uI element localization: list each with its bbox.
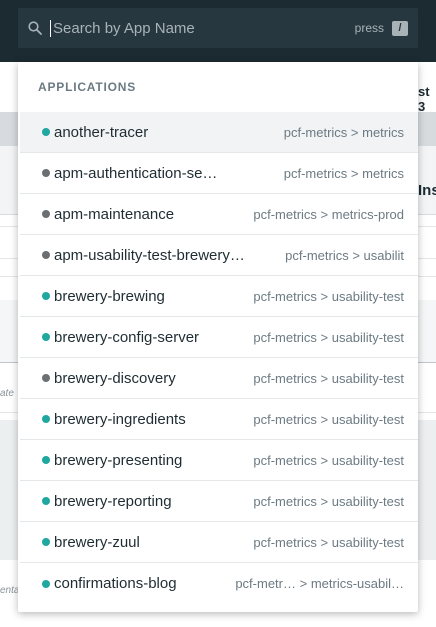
app-path: pcf-metrics > usabilit [285, 247, 404, 263]
shortcut-key-badge: / [392, 20, 408, 36]
app-name: apm-usability-test-brewery… [54, 246, 245, 264]
app-name: brewery-discovery [54, 369, 176, 387]
app-path: pcf-metrics > usability-test [253, 534, 404, 550]
app-path: pcf-metrics > metrics-prod [253, 206, 404, 222]
list-item[interactable]: apm-usability-test-brewery… pcf-metrics … [20, 235, 418, 276]
list-item[interactable]: brewery-zuul pcf-metrics > usability-tes… [20, 522, 418, 563]
shortcut-hint: press [354, 21, 384, 35]
list-item[interactable]: brewery-reporting pcf-metrics > usabilit… [20, 481, 418, 522]
status-dot-icon [42, 128, 50, 136]
bg-panel-fragment: Ins [418, 182, 436, 199]
app-path: pcf-metrics > metrics [283, 124, 404, 140]
search-input[interactable] [50, 19, 355, 37]
list-item[interactable]: another-tracer pcf-metrics > metrics [20, 112, 418, 153]
bg-header-fragment: st 3 [418, 84, 430, 114]
app-name: brewery-ingredients [54, 410, 186, 428]
list-item[interactable]: brewery-config-server pcf-metrics > usab… [20, 317, 418, 358]
list-item[interactable]: brewery-brewing pcf-metrics > usability-… [20, 276, 418, 317]
app-search-bar[interactable]: press / [18, 8, 418, 48]
list-item[interactable]: apm-authentication-se… pcf-metrics > met… [20, 153, 418, 194]
status-dot-icon [42, 292, 50, 300]
list-item[interactable]: brewery-presenting pcf-metrics > usabili… [20, 440, 418, 481]
status-dot-icon [42, 538, 50, 546]
status-dot-icon [42, 251, 50, 259]
bg-chart-label: ate [0, 388, 14, 399]
app-path: pcf-metr… > metrics-usabil… [235, 576, 404, 591]
status-dot-icon [42, 169, 50, 177]
app-name: apm-maintenance [54, 205, 175, 223]
app-name: brewery-config-server [54, 328, 200, 346]
list-item[interactable]: brewery-ingredients pcf-metrics > usabil… [20, 399, 418, 440]
app-name: brewery-zuul [54, 533, 140, 551]
app-path: pcf-metrics > usability-test [253, 452, 404, 468]
status-dot-icon [42, 497, 50, 505]
app-path: pcf-metrics > usability-test [253, 370, 404, 386]
status-dot-icon [42, 333, 50, 341]
app-name: confirmations-blog [54, 575, 177, 592]
app-path: pcf-metrics > usability-test [253, 411, 404, 427]
app-name: brewery-reporting [54, 492, 172, 510]
app-path: pcf-metrics > metrics [283, 165, 404, 181]
app-name: another-tracer [54, 123, 149, 141]
status-dot-icon [42, 579, 50, 588]
list-item[interactable]: brewery-discovery pcf-metrics > usabilit… [20, 358, 418, 399]
app-name: brewery-brewing [54, 287, 165, 305]
search-results-dropdown: APPLICATIONS another-tracer pcf-metrics … [18, 62, 418, 612]
search-icon [28, 21, 42, 35]
app-path: pcf-metrics > usability-test [253, 329, 404, 345]
app-path: pcf-metrics > usability-test [253, 288, 404, 304]
status-dot-icon [42, 456, 50, 464]
status-dot-icon [42, 210, 50, 218]
list-item[interactable]: apm-maintenance pcf-metrics > metrics-pr… [20, 194, 418, 235]
status-dot-icon [42, 374, 50, 382]
status-dot-icon [42, 415, 50, 423]
app-path: pcf-metrics > usability-test [253, 493, 404, 509]
list-item[interactable]: confirmations-blog pcf-metr… > metrics-u… [20, 563, 418, 604]
applications-list: another-tracer pcf-metrics > metrics apm… [18, 112, 418, 604]
app-name: apm-authentication-se… [54, 164, 218, 182]
bg-chart-label: enta [0, 585, 20, 596]
applications-section-title: APPLICATIONS [38, 80, 137, 94]
app-name: brewery-presenting [54, 451, 183, 469]
